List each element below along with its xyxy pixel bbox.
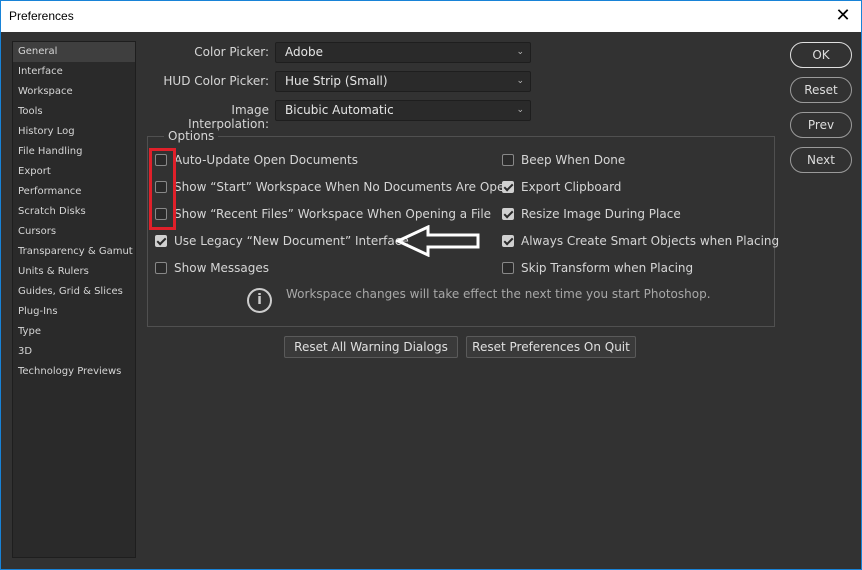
sidebar-item[interactable]: Interface [13, 62, 135, 82]
option-label: Skip Transform when Placing [521, 261, 694, 275]
sidebar-item[interactable]: Transparency & Gamut [13, 242, 135, 262]
sidebar-item[interactable]: Plug-Ins [13, 302, 135, 322]
option-checkbox[interactable]: Beep When Done [502, 152, 625, 168]
sidebar-item[interactable]: Export [13, 162, 135, 182]
checkbox-icon[interactable] [155, 262, 167, 274]
checkbox-icon[interactable] [502, 181, 514, 193]
option-label: Show “Start” Workspace When No Documents… [174, 180, 512, 194]
checkbox-icon[interactable] [502, 154, 514, 166]
reset-warning-dialogs-button[interactable]: Reset All Warning Dialogs [284, 336, 458, 358]
option-label: Always Create Smart Objects when Placing [521, 234, 780, 248]
option-label: Export Clipboard [521, 180, 622, 194]
option-checkbox[interactable]: Export Clipboard [502, 179, 621, 195]
close-icon[interactable]: ✕ [833, 5, 853, 26]
option-checkbox[interactable]: Show “Start” Workspace When No Documents… [155, 179, 512, 195]
sidebar-item[interactable]: Workspace [13, 82, 135, 102]
sidebar-item[interactable]: Units & Rulers [13, 262, 135, 282]
options-title: Options [164, 129, 219, 143]
reset-button[interactable]: Reset [790, 77, 852, 103]
sidebar-item[interactable]: General [13, 42, 135, 62]
info-icon: i [247, 288, 272, 313]
highlight-box [149, 148, 176, 230]
option-checkbox[interactable]: Skip Transform when Placing [502, 260, 693, 276]
option-checkbox[interactable]: Auto-Update Open Documents [155, 152, 358, 168]
info-text: Workspace changes will take effect the n… [286, 287, 711, 301]
sidebar-item[interactable]: Performance [13, 182, 135, 202]
dropdown-value: Hue Strip (Small) [285, 74, 388, 88]
checkbox-icon[interactable] [502, 208, 514, 220]
sidebar-item[interactable]: 3D [13, 342, 135, 362]
sidebar-item[interactable]: Technology Previews [13, 362, 135, 382]
checkbox-icon[interactable] [502, 235, 514, 247]
window-title: Preferences [9, 9, 74, 23]
arrow-annotation-icon [396, 225, 480, 257]
chevron-down-icon: ⌄ [516, 105, 524, 115]
dropdown-value: Bicubic Automatic [285, 103, 394, 117]
option-label: Beep When Done [521, 153, 626, 167]
option-checkbox[interactable]: Resize Image During Place [502, 206, 681, 222]
field-label: Color Picker: [194, 45, 269, 59]
reset-preferences-button[interactable]: Reset Preferences On Quit [466, 336, 636, 358]
field-dropdown[interactable]: Hue Strip (Small) ⌄ [275, 71, 531, 92]
next-button[interactable]: Next [790, 147, 852, 173]
sidebar-item[interactable]: Cursors [13, 222, 135, 242]
option-label: Use Legacy “New Document” Interface [174, 234, 409, 248]
option-checkbox[interactable]: Always Create Smart Objects when Placing [502, 233, 779, 249]
checkbox-icon[interactable] [155, 235, 167, 247]
chevron-down-icon: ⌄ [516, 76, 524, 86]
option-checkbox[interactable]: Show Messages [155, 260, 269, 276]
option-checkbox[interactable]: Use Legacy “New Document” Interface [155, 233, 409, 249]
option-label: Auto-Update Open Documents [174, 153, 358, 167]
dropdown-value: Adobe [285, 45, 323, 59]
field-dropdown[interactable]: Bicubic Automatic ⌄ [275, 100, 531, 121]
field-label: Image Interpolation: [188, 103, 269, 131]
sidebar-item[interactable]: Guides, Grid & Slices [13, 282, 135, 302]
title-bar: Preferences ✕ [1, 1, 861, 32]
ok-button[interactable]: OK [790, 42, 852, 68]
sidebar-item[interactable]: Tools [13, 102, 135, 122]
sidebar-item[interactable]: File Handling [13, 142, 135, 162]
chevron-down-icon: ⌄ [516, 47, 524, 57]
checkbox-icon[interactable] [502, 262, 514, 274]
field-dropdown[interactable]: Adobe ⌄ [275, 42, 531, 63]
option-label: Show “Recent Files” Workspace When Openi… [174, 207, 492, 221]
field-label: HUD Color Picker: [163, 74, 269, 88]
sidebar-item[interactable]: Scratch Disks [13, 202, 135, 222]
option-checkbox[interactable]: Show “Recent Files” Workspace When Openi… [155, 206, 491, 222]
sidebar-item[interactable]: Type [13, 322, 135, 342]
option-label: Show Messages [174, 261, 270, 275]
sidebar: General Interface Workspace Tools History Lo… [12, 41, 136, 558]
sidebar-item[interactable]: History Log [13, 122, 135, 142]
prev-button[interactable]: Prev [790, 112, 852, 138]
option-label: Resize Image During Place [521, 207, 681, 221]
